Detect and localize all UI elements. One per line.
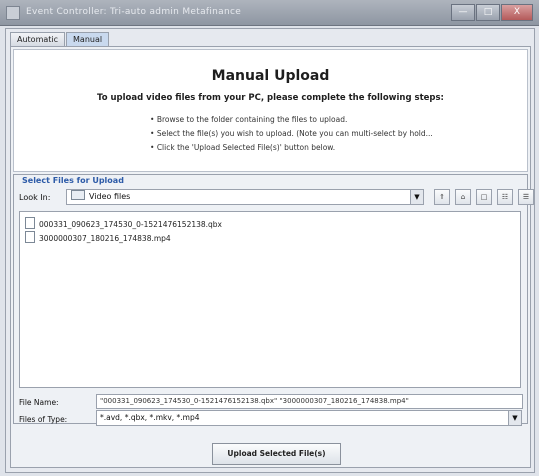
upload-selected-button[interactable]: Upload Selected File(s): [212, 443, 341, 465]
page-title: Manual Upload: [211, 68, 330, 84]
look-in-value: Video files: [89, 192, 131, 201]
window-controls: — □ X: [451, 4, 533, 21]
details-view-icon[interactable]: ☰: [518, 189, 534, 205]
file-name-label: File Name:: [19, 398, 59, 407]
list-view-icon[interactable]: ☷: [497, 189, 513, 205]
page-subtitle: To upload video files from your PC, plea…: [97, 93, 444, 103]
new-folder-icon[interactable]: □: [476, 189, 492, 205]
file-icon: [25, 217, 35, 229]
file-name: 000331_090623_174530_0-1521476152138.qbx: [39, 220, 222, 229]
minimize-button[interactable]: —: [451, 4, 475, 21]
home-icon[interactable]: ⌂: [455, 189, 471, 205]
look-in-dropdown[interactable]: Video files ▼: [66, 189, 424, 205]
step-item: Select the file(s) you wish to upload. (…: [150, 127, 433, 141]
window-frame: Automatic Manual Manual Upload To upload…: [5, 28, 535, 473]
step-item: Browse to the folder containing the file…: [150, 113, 433, 127]
file-name-field[interactable]: "000331_090623_174530_0-1521476152138.qb…: [96, 394, 523, 409]
file-list[interactable]: 000331_090623_174530_0-1521476152138.qbx…: [19, 211, 521, 388]
title-bar: Event Controller: Tri-auto admin Metafin…: [0, 0, 539, 26]
window-title: Event Controller: Tri-auto admin Metafin…: [26, 7, 242, 17]
list-item[interactable]: 000331_090623_174530_0-1521476152138.qbx: [25, 217, 222, 229]
step-item: Click the 'Upload Selected File(s)' butt…: [150, 141, 433, 155]
file-name: 3000000307_180216_174838.mp4: [39, 234, 171, 243]
manual-panel: Manual Upload To upload video files from…: [10, 46, 534, 468]
chooser-toolbar: ⇑ ⌂ □ ☷ ☰: [434, 189, 534, 205]
steps-list: Browse to the folder containing the file…: [150, 113, 433, 155]
tab-automatic[interactable]: Automatic: [10, 32, 66, 46]
tab-strip: Automatic Manual: [10, 32, 110, 46]
file-icon: [25, 231, 35, 243]
chevron-down-icon[interactable]: ▼: [410, 190, 423, 204]
close-button[interactable]: X: [501, 4, 533, 21]
app-icon: [6, 6, 20, 20]
instructions-box: Manual Upload To upload video files from…: [13, 49, 528, 172]
section-label: Select Files for Upload: [22, 176, 124, 185]
up-folder-icon[interactable]: ⇑: [434, 189, 450, 205]
file-type-value: *.avd, *.qbx, *.mkv, *.mp4: [100, 413, 200, 422]
file-chooser: Select Files for Upload Look In: Video f…: [13, 174, 534, 426]
file-type-dropdown[interactable]: *.avd, *.qbx, *.mkv, *.mp4 ▼: [96, 410, 522, 426]
chevron-down-icon[interactable]: ▼: [508, 411, 521, 425]
folder-icon: [71, 190, 85, 200]
maximize-button[interactable]: □: [476, 4, 500, 21]
list-item[interactable]: 3000000307_180216_174838.mp4: [25, 231, 171, 243]
tab-manual[interactable]: Manual: [66, 32, 110, 46]
look-in-label: Look In:: [19, 193, 51, 202]
file-type-label: Files of Type:: [19, 415, 68, 424]
